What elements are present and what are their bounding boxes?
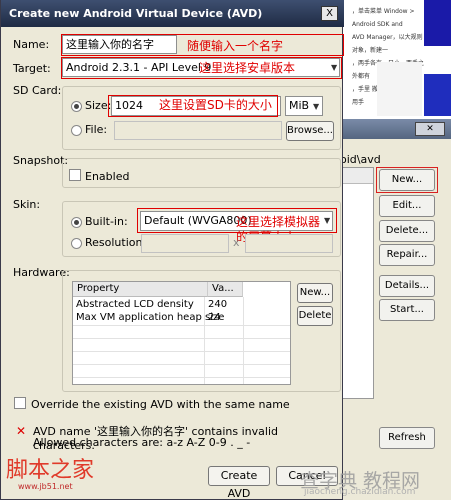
table-cell-property: Abstracted LCD density	[76, 299, 194, 310]
file-label: File:	[85, 123, 108, 136]
snapshot-enabled-label: Enabled	[85, 170, 130, 183]
site-logo-url: www.jb51.net	[18, 482, 73, 491]
grid-line	[243, 297, 244, 384]
avd-manager-close-button[interactable]: ✕	[415, 122, 445, 136]
resolution-radio[interactable]	[71, 238, 82, 249]
snapshot-enabled-checkbox[interactable]	[69, 169, 81, 181]
size-radio[interactable]	[71, 101, 82, 112]
resolution-height-input[interactable]	[245, 234, 333, 253]
create-avd-button[interactable]: Create AVD	[208, 466, 270, 500]
target-annotation: 这里选择安卓版本	[199, 61, 296, 75]
name-label: Name:	[13, 38, 50, 51]
chevron-down-icon: ▼	[313, 102, 320, 111]
resolution-label: Resolution:	[85, 236, 147, 249]
avd-delete-button[interactable]: Delete...	[379, 220, 435, 242]
builtin-label: Built-in:	[85, 215, 128, 228]
override-label: Override the existing AVD with the same …	[31, 398, 290, 411]
resolution-x-label: x	[233, 236, 240, 249]
builtin-radio[interactable]	[71, 217, 82, 228]
create-avd-dialog: Create new Android Virtual Device (AVD) …	[0, 0, 344, 500]
name-annotation: 随便输入一个名字	[187, 39, 284, 53]
snapshot-label: Snapshot:	[13, 154, 69, 167]
table-cell-property: Max VM application heap size	[76, 312, 225, 323]
dialog-title: Create new Android Virtual Device (AVD)	[1, 0, 344, 27]
override-checkbox[interactable]	[14, 397, 26, 409]
chevron-down-icon: ▼	[324, 216, 331, 225]
avd-new-button[interactable]: New...	[379, 169, 435, 191]
chevron-down-icon: ▼	[331, 63, 338, 72]
hardware-table[interactable]: Property Va... Abstracted LCD density 24…	[72, 281, 291, 385]
sdcard-label: SD Card:	[13, 84, 62, 97]
grid-line	[73, 364, 290, 365]
avd-repair-button[interactable]: Repair...	[379, 244, 435, 266]
avd-manager-window: ✕ oid\avd New... Edit... Delete... Repai…	[327, 119, 451, 500]
table-cell-value: 24	[208, 312, 221, 323]
hardware-new-button[interactable]: New...	[297, 283, 333, 303]
hardware-delete-button[interactable]: Delete	[297, 306, 333, 326]
avd-details-button[interactable]: Details...	[379, 275, 435, 297]
error-allowed-chars: Allowed characters are: a-z A-Z 0-9 . _ …	[33, 436, 251, 449]
error-icon: ✕	[16, 424, 27, 438]
file-radio[interactable]	[71, 125, 82, 136]
size-unit-value: MiB	[289, 99, 310, 112]
avd-start-button[interactable]: Start...	[379, 299, 435, 321]
table-cell-value: 240	[208, 299, 228, 310]
grid-line	[73, 338, 290, 339]
avd-refresh-button[interactable]: Refresh	[379, 427, 435, 449]
background-panel	[377, 62, 422, 116]
avd-manager-titlebar: ✕	[328, 119, 451, 139]
avd-edit-button[interactable]: Edit...	[379, 195, 435, 217]
bg-text-line: ，单击菜单 Window > Android SDK and	[352, 8, 415, 28]
watermark-url: jiaocheng.chazidian.com	[304, 487, 416, 497]
background-screenshot-thumb	[424, 74, 451, 116]
column-header-value[interactable]: Va...	[208, 282, 243, 297]
grid-line	[73, 325, 290, 326]
skin-label: Skin:	[13, 198, 41, 211]
resolution-width-input[interactable]	[141, 234, 229, 253]
column-header-property[interactable]: Property	[73, 282, 208, 297]
grid-line	[73, 377, 290, 378]
size-annotation: 这里设置SD卡的大小	[159, 98, 272, 112]
file-input[interactable]	[114, 121, 282, 140]
grid-line	[204, 297, 205, 384]
site-logo: 脚本之家	[6, 458, 95, 483]
grid-line	[73, 351, 290, 352]
dialog-close-button[interactable]: X	[321, 6, 338, 21]
browse-button[interactable]: Browse...	[286, 121, 334, 141]
bg-text-line: AVD Manager，以大规则对象，新建一	[352, 34, 423, 54]
target-label: Target:	[13, 62, 51, 75]
background-screenshot-thumb	[424, 0, 451, 46]
avd-path-label: oid\avd	[340, 153, 381, 166]
